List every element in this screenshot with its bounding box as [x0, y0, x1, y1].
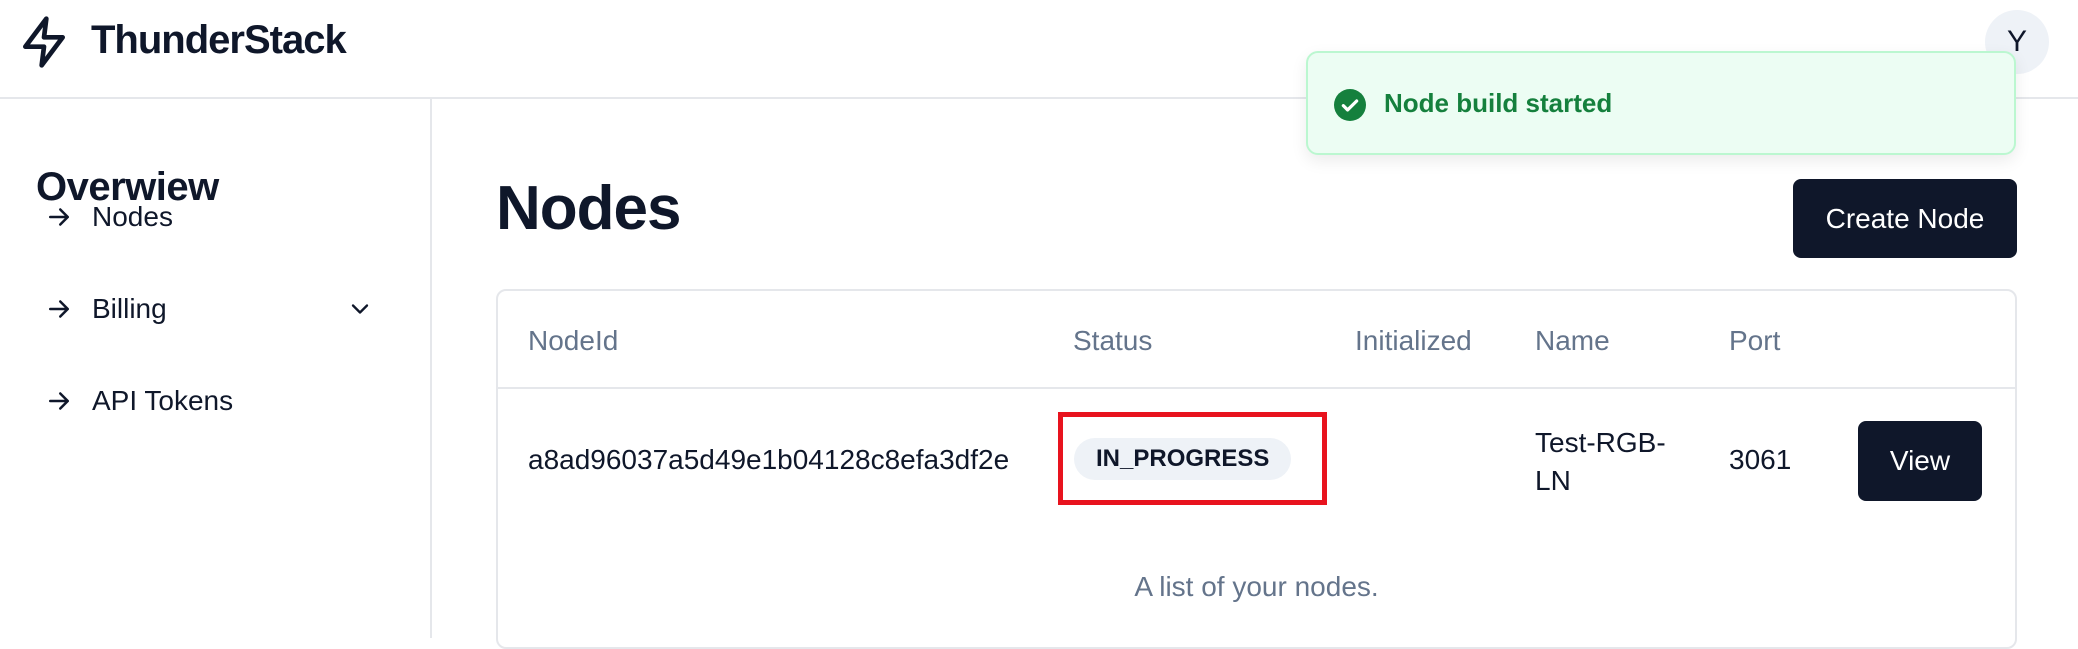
- arrow-right-icon: [49, 300, 69, 318]
- main-content: Nodes Create Node NodeId Status Initiali…: [432, 99, 2078, 649]
- sidebar-item-label: Nodes: [92, 201, 173, 232]
- node-id-cell: a8ad96037a5d49e1b04128c8efa3df2e: [528, 444, 1010, 475]
- sidebar-item-nodes[interactable]: Nodes: [44, 193, 374, 241]
- lightning-logo-icon[interactable]: [16, 12, 72, 72]
- column-header-initialized: Initialized: [1355, 325, 1472, 356]
- toast-message: Node build started: [1384, 88, 1613, 118]
- status-highlight-box: [1058, 412, 1327, 505]
- table-caption: A list of your nodes.: [1134, 571, 1379, 602]
- brand-name[interactable]: ThunderStack: [91, 18, 347, 63]
- column-header-nodeid: NodeId: [528, 325, 619, 356]
- view-node-button[interactable]: View: [1858, 421, 1982, 501]
- header-divider: [498, 387, 2015, 389]
- column-header-name: Name: [1535, 325, 1610, 356]
- chevron-down-icon[interactable]: [346, 295, 374, 323]
- port-cell: 3061: [1729, 444, 1792, 475]
- sidebar-item-label: Billing: [92, 293, 167, 324]
- create-node-button[interactable]: Create Node: [1793, 179, 2017, 258]
- page-title: Nodes: [496, 174, 681, 243]
- sidebar-item-label: API Tokens: [92, 385, 234, 416]
- check-circle-icon: [1334, 89, 1366, 121]
- column-header-port: Port: [1729, 325, 1781, 356]
- name-cell: Test-RGB-LN: [1535, 427, 1666, 496]
- column-header-status: Status: [1073, 325, 1153, 356]
- arrow-right-icon: [49, 392, 69, 410]
- success-toast[interactable]: Node build started: [1306, 51, 2016, 155]
- sidebar: Overwiew Nodes Billing API Tokens: [0, 99, 432, 638]
- sidebar-item-api-tokens[interactable]: API Tokens: [44, 377, 374, 425]
- nodes-table: NodeId Status Initialized Name Port a8ad…: [496, 289, 2017, 649]
- arrow-right-icon: [49, 208, 69, 226]
- sidebar-item-billing[interactable]: Billing: [44, 285, 374, 333]
